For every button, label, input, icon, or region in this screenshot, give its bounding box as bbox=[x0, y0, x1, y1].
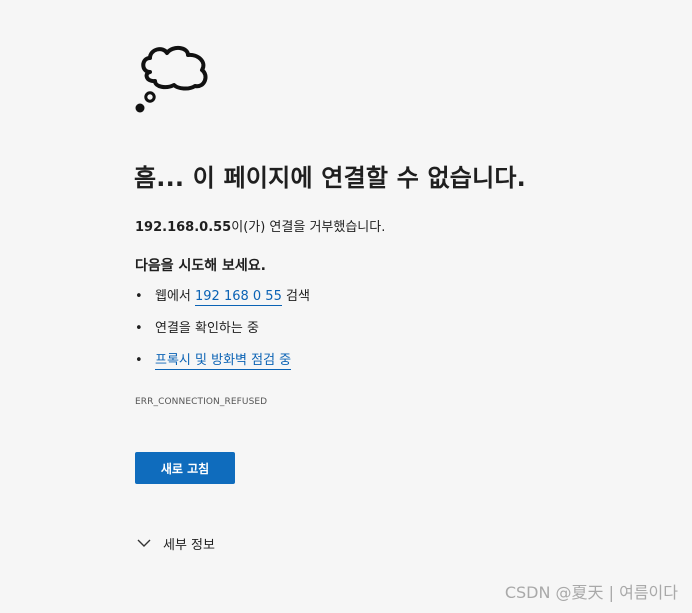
host-address: 192.168.0.55 bbox=[135, 220, 232, 235]
refused-message: 192.168.0.55이(가) 연결을 거부했습니다. bbox=[135, 216, 385, 235]
suggestions-heading: 다음을 시도해 보세요. bbox=[135, 258, 266, 274]
thought-bubble-icon bbox=[134, 42, 214, 114]
suggestion-text: 연결을 확인하는 중 bbox=[155, 321, 259, 336]
bullet: • bbox=[135, 321, 143, 336]
watermark: CSDN @夏天 | 여름이다 bbox=[504, 583, 678, 602]
search-web-link[interactable]: 192 168 0 55 bbox=[195, 289, 282, 306]
suggestion-search-web: • 웹에서 192 168 0 55 검색 bbox=[135, 287, 310, 319]
details-label: 세부 정보 bbox=[163, 537, 215, 553]
refused-text: 이(가) 연결을 거부했습니다. bbox=[231, 220, 386, 235]
page-title: 흠... 이 페이지에 연결할 수 없습니다. bbox=[134, 164, 526, 192]
suggestions-list: • 웹에서 192 168 0 55 검색 • 연결을 확인하는 중 • 프록시 및 … bbox=[135, 287, 310, 383]
check-proxy-firewall-link[interactable]: 프록시 및 방화벽 점검 중 bbox=[155, 353, 292, 370]
bullet: • bbox=[135, 353, 143, 368]
suggestion-suffix: 검색 bbox=[281, 289, 310, 304]
chevron-down-icon bbox=[137, 539, 151, 547]
suggestion-prefix: 웹에서 bbox=[155, 289, 196, 304]
suggestion-check-proxy: • 프록시 및 방화벽 점검 중 bbox=[135, 351, 310, 383]
details-toggle[interactable]: 세부 정보 bbox=[137, 532, 215, 554]
reload-button[interactable]: 새로 고침 bbox=[135, 452, 235, 484]
bullet: • bbox=[135, 289, 143, 304]
suggestion-check-connection: • 연결을 확인하는 중 bbox=[135, 319, 310, 351]
error-code: ERR_CONNECTION_REFUSED bbox=[135, 397, 268, 407]
